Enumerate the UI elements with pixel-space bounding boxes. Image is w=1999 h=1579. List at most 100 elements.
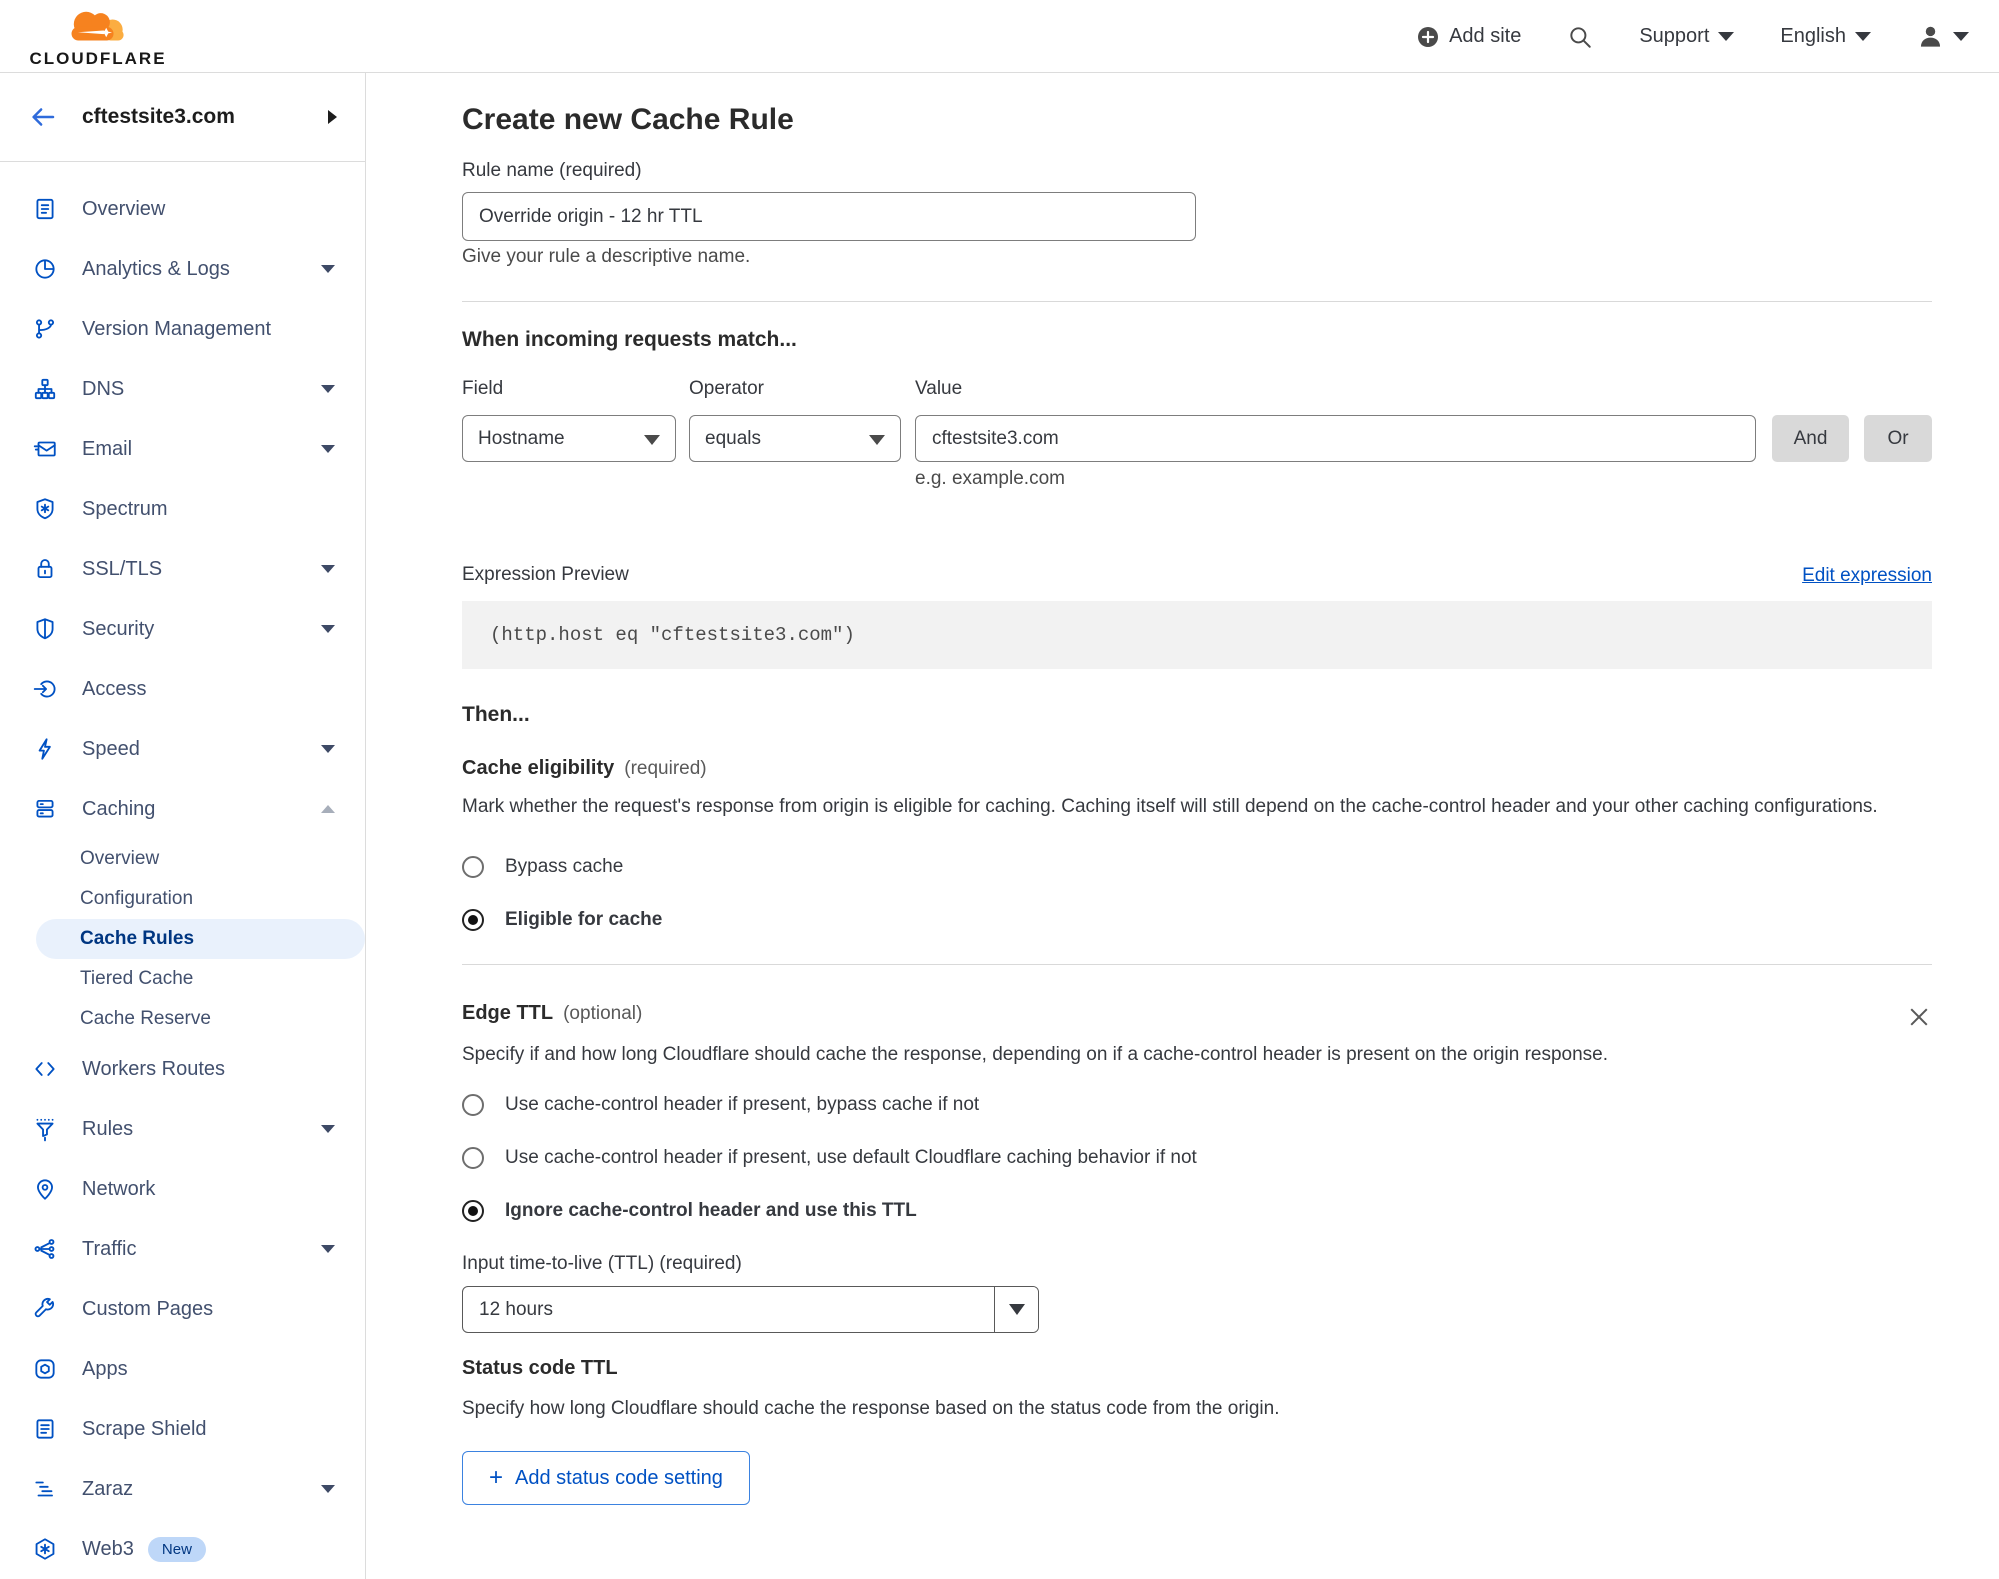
wrench-icon [30, 1294, 60, 1324]
language-label: English [1780, 25, 1846, 47]
support-label: Support [1639, 25, 1710, 47]
clipboard-icon [30, 194, 60, 224]
chevron-down-icon [321, 265, 335, 273]
radio-label: Ignore cache-control header and use this… [505, 1200, 917, 1221]
edit-expression-link[interactable]: Edit expression [1802, 565, 1932, 587]
sidebar-item-rules[interactable]: Rules [0, 1099, 365, 1159]
chevron-up-icon [321, 805, 335, 813]
chevron-right-icon [328, 110, 337, 124]
radio-unselected-icon[interactable] [462, 1094, 484, 1116]
edge-ttl-option-2-radio[interactable]: Use cache-control header if present, use… [462, 1147, 1932, 1169]
sidebar-item-label: Custom Pages [82, 1297, 214, 1320]
caret-down-icon [644, 435, 660, 445]
back-arrow-icon[interactable] [28, 102, 58, 132]
sidebar-subitem-cache-rules[interactable]: Cache Rules [36, 919, 365, 959]
sidebar-item-spectrum[interactable]: Spectrum [0, 479, 365, 539]
plus-icon: + [489, 1464, 504, 1491]
eligible-for-cache-radio[interactable]: Eligible for cache [462, 909, 1932, 931]
sidebar-item-apps[interactable]: Apps [0, 1339, 365, 1399]
sidebar-item-label: DNS [82, 377, 125, 400]
chevron-down-icon [321, 1245, 335, 1253]
sidebar-item-network[interactable]: Network [0, 1159, 365, 1219]
chevron-down-icon [321, 625, 335, 633]
sidebar-item-zaraz[interactable]: Zaraz [0, 1459, 365, 1519]
site-switcher[interactable]: cftestsite3.com [0, 73, 365, 162]
operator-select[interactable]: equals [689, 415, 901, 462]
subitem-label: Tiered Cache [80, 968, 194, 989]
bypass-cache-radio[interactable]: Bypass cache [462, 856, 1932, 878]
sidebar-item-custom-pages[interactable]: Custom Pages [0, 1279, 365, 1339]
sidebar-item-overview[interactable]: Overview [0, 179, 365, 239]
code-brackets-icon [30, 1054, 60, 1084]
location-pin-icon [30, 1174, 60, 1204]
add-status-code-button[interactable]: + Add status code setting [462, 1451, 750, 1505]
sidebar-item-email[interactable]: Email [0, 419, 365, 479]
radio-unselected-icon[interactable] [462, 1147, 484, 1169]
radio-selected-icon[interactable] [462, 909, 484, 931]
value-label: Value [915, 378, 963, 399]
sidebar-item-web3[interactable]: Web3 New [0, 1519, 365, 1579]
sidebar-item-analytics-logs[interactable]: Analytics & Logs [0, 239, 365, 299]
sidebar-item-security[interactable]: Security [0, 599, 365, 659]
sidebar-item-workers-routes[interactable]: Workers Routes [0, 1039, 365, 1099]
close-icon[interactable] [1906, 1004, 1932, 1030]
ttl-select-arrow[interactable] [994, 1287, 1038, 1332]
search-button[interactable] [1567, 24, 1593, 50]
top-bar-nav: Add site Support English [1416, 0, 1969, 73]
funnel-icon [30, 1114, 60, 1144]
sidebar-item-scrape-shield[interactable]: Scrape Shield [0, 1399, 365, 1459]
sidebar-item-access[interactable]: Access [0, 659, 365, 719]
sidebar-item-label: Security [82, 617, 155, 640]
edge-ttl-option-3-radio[interactable]: Ignore cache-control header and use this… [462, 1200, 1932, 1222]
padlock-icon [30, 554, 60, 584]
sidebar-item-label: Speed [82, 737, 140, 760]
value-input[interactable] [915, 415, 1756, 462]
sidebar-item-caching[interactable]: Caching [0, 779, 365, 839]
field-label: Field [462, 378, 504, 399]
and-button[interactable]: And [1772, 415, 1849, 462]
sidebar-item-label: Email [82, 437, 133, 460]
account-menu[interactable] [1917, 23, 1969, 50]
cloudflare-logo[interactable]: CLOUDFLARE [18, 4, 178, 69]
chevron-down-icon [321, 445, 335, 453]
caching-subnav: Overview Configuration Cache Rules Tiere… [0, 839, 365, 1039]
ttl-input-label: Input time-to-live (TTL) (required) [462, 1253, 742, 1274]
radio-unselected-icon[interactable] [462, 856, 484, 878]
rule-name-input[interactable] [462, 192, 1196, 241]
edge-ttl-option-1-radio[interactable]: Use cache-control header if present, byp… [462, 1094, 1932, 1116]
sidebar-subitem-configuration[interactable]: Configuration [0, 879, 365, 919]
stacked-bars-icon [30, 1474, 60, 1504]
radio-selected-icon[interactable] [462, 1200, 484, 1222]
sidebar-item-traffic[interactable]: Traffic [0, 1219, 365, 1279]
sidebar-item-label: Rules [82, 1117, 134, 1140]
plus-circle-icon [1418, 26, 1439, 47]
ttl-select-value: 12 hours [479, 1299, 553, 1320]
ttl-select[interactable]: 12 hours [462, 1286, 1039, 1333]
pie-chart-icon [30, 254, 60, 284]
lightning-icon [30, 734, 60, 764]
sidebar-item-label: Apps [82, 1357, 128, 1380]
sidebar-item-label: Caching [82, 797, 156, 820]
expression-code: (http.host eq "cftestsite3.com") [490, 624, 855, 646]
sidebar-item-ssl-tls[interactable]: SSL/TLS [0, 539, 365, 599]
login-arrow-icon [30, 674, 60, 704]
caret-down-icon [1008, 1304, 1025, 1315]
sidebar-subitem-tiered-cache[interactable]: Tiered Cache [0, 959, 365, 999]
or-button[interactable]: Or [1864, 415, 1932, 462]
sidebar-item-speed[interactable]: Speed [0, 719, 365, 779]
sidebar-item-version-management[interactable]: Version Management [0, 299, 365, 359]
caret-down-icon [869, 435, 885, 445]
support-menu[interactable]: Support [1639, 25, 1735, 48]
site-name: cftestsite3.com [82, 105, 235, 128]
git-branch-icon [30, 314, 60, 344]
chevron-down-icon [321, 565, 335, 573]
language-menu[interactable]: English [1780, 25, 1871, 48]
sidebar-subitem-cache-reserve[interactable]: Cache Reserve [0, 999, 365, 1039]
sidebar-subitem-overview[interactable]: Overview [0, 839, 365, 879]
chevron-down-icon [321, 1125, 335, 1133]
operator-select-value: equals [705, 428, 761, 449]
add-site-button[interactable]: Add site [1416, 25, 1521, 49]
field-select[interactable]: Hostname [462, 415, 676, 462]
radio-label: Use cache-control header if present, use… [505, 1147, 1197, 1168]
sidebar-item-dns[interactable]: DNS [0, 359, 365, 419]
